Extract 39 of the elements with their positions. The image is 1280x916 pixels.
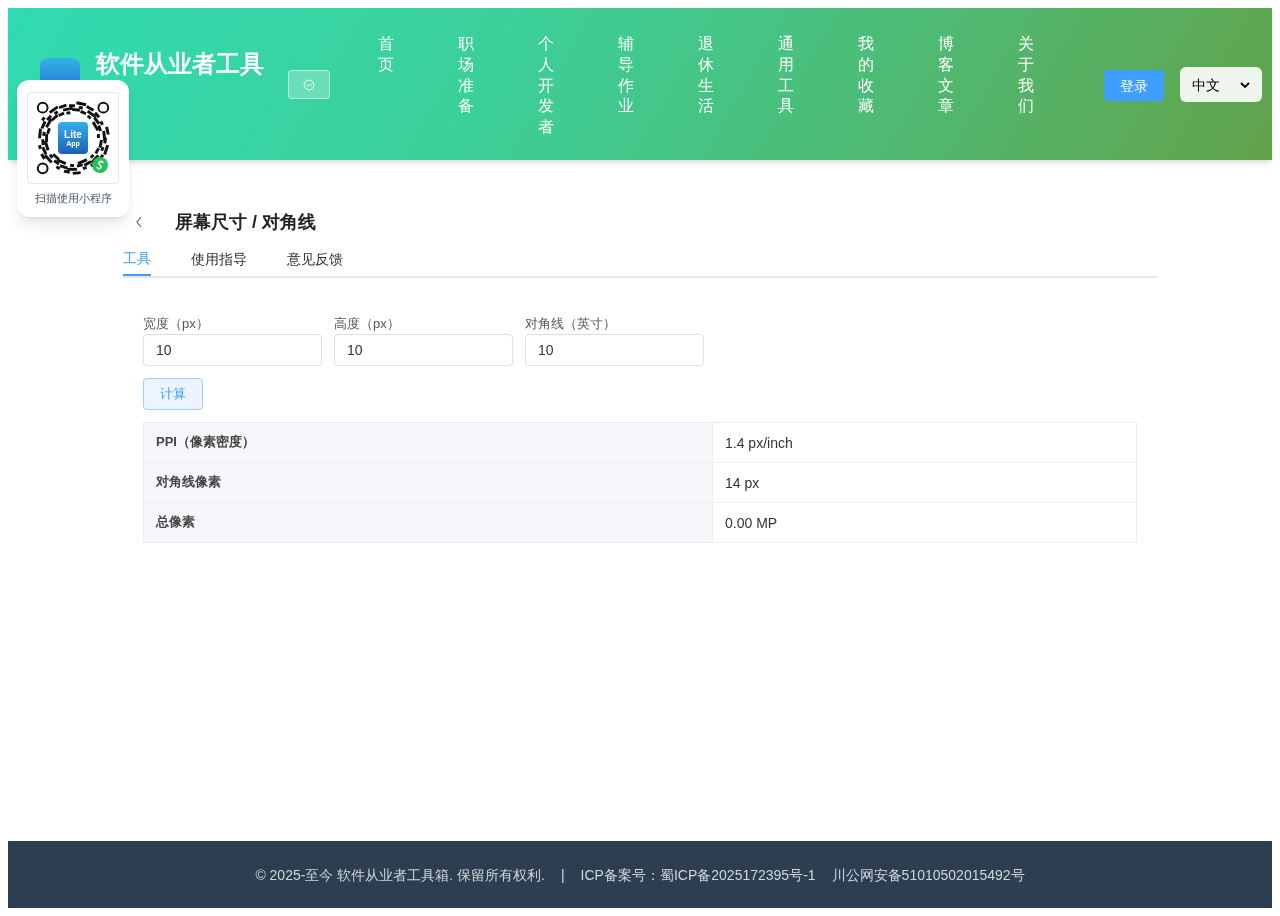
field-label: 宽度（px） (143, 315, 210, 333)
input-field[interactable]: 10 (525, 334, 704, 366)
input-field[interactable]: 10 (143, 334, 322, 366)
result-label: 对角线像素 (143, 462, 713, 503)
nav-link[interactable]: 关于我们 (1018, 34, 1098, 138)
result-label: PPI（像素密度） (143, 422, 713, 463)
back-icon[interactable] (135, 216, 143, 228)
field-label: 高度（px） (334, 315, 401, 333)
nav-link[interactable]: 我的收藏 (858, 34, 938, 138)
site-title: 软件从业者工具 (96, 49, 264, 79)
nav-link[interactable]: 退休生活 (698, 34, 778, 138)
icp-link[interactable]: ICP备案号：蜀ICP备2025172395号-1 (580, 864, 816, 885)
tab[interactable]: 工具 (123, 242, 151, 276)
qr-caption: 扫描使用小程序 (34, 191, 112, 206)
nav-link[interactable]: 个人开发者 (538, 34, 618, 138)
tab[interactable]: 意见反馈 (287, 242, 343, 276)
language-select[interactable]: 中文 (1180, 67, 1262, 102)
nav-link[interactable]: 通用工具 (778, 34, 858, 138)
input-field[interactable]: 10 (334, 334, 513, 366)
result-value: 1.4 px/inch (712, 422, 1137, 463)
page-title: 屏幕尺寸 / 对角线 (175, 210, 316, 234)
calculate-button[interactable]: 计算 (143, 378, 203, 410)
copyright-text: © 2025-至今 软件从业者工具箱. 保留所有权利. (255, 865, 545, 885)
nav-link[interactable]: 首页 (378, 34, 458, 138)
result-value: 14 px (712, 462, 1137, 503)
chat-icon (303, 78, 315, 91)
mini-program-icon (92, 157, 108, 173)
police-record-link[interactable]: 川公网安备51010502015492号 (831, 864, 1025, 885)
app-logo-text: Lite (64, 129, 82, 140)
result-value: 0.00 MP (712, 502, 1137, 543)
nav-link[interactable]: 职场准备 (458, 34, 538, 138)
nav-link[interactable]: 博客文章 (938, 34, 1018, 138)
tab[interactable]: 使用指导 (191, 242, 247, 276)
login-button[interactable]: 登录 (1104, 70, 1164, 101)
field-label: 对角线（英寸） (525, 315, 617, 333)
result-label: 总像素 (143, 502, 713, 543)
caret-icon (1240, 80, 1250, 89)
footer-separator: | (560, 865, 565, 885)
nav-link[interactable]: 辅导作业 (618, 34, 698, 138)
